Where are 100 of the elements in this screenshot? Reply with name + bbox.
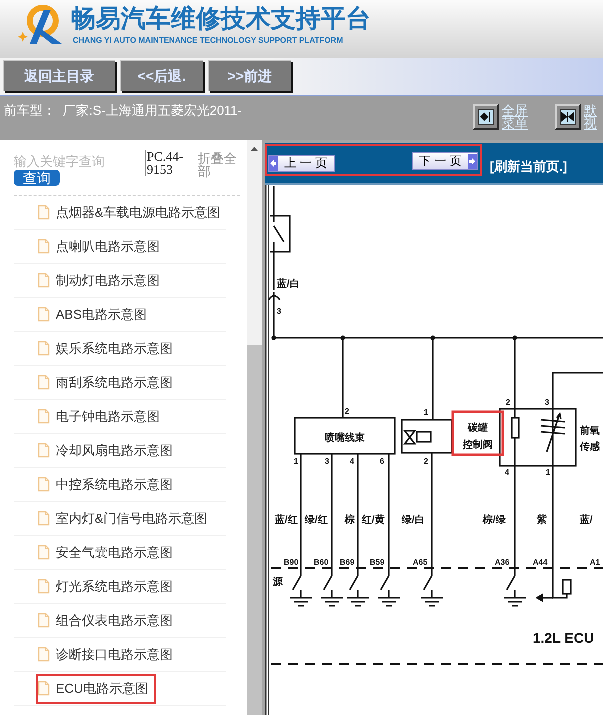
connector-label: A36 xyxy=(495,558,510,567)
document-icon xyxy=(38,205,50,220)
document-icon xyxy=(38,681,50,696)
document-icon xyxy=(38,477,50,492)
refresh-link[interactable]: [刷新当前页.] xyxy=(490,159,568,174)
previous-page-button[interactable]: 上 一 页 xyxy=(268,155,335,172)
connector-label: A65 xyxy=(413,558,428,567)
arrow-right-icon xyxy=(468,154,477,168)
wire-color-label: 棕/绿 xyxy=(483,515,506,526)
tree-item[interactable]: ECU电路示意图 xyxy=(36,674,156,704)
wire-color-label: 蓝/白 xyxy=(277,279,300,290)
pin-number: 4 xyxy=(505,468,510,477)
switch-symbol xyxy=(380,568,390,590)
document-icon xyxy=(38,239,50,254)
component-box xyxy=(401,419,453,454)
site-title: 畅易汽车维修技术支持平台 xyxy=(71,5,371,33)
junction-dot xyxy=(512,336,518,340)
document-icon xyxy=(38,443,50,458)
connector-label: B90 xyxy=(284,558,299,567)
component-label: 碳罐 控制阀 xyxy=(463,423,493,451)
part-code: PC.44-9153 xyxy=(145,150,187,176)
document-icon xyxy=(38,613,50,628)
pin-number: 1 xyxy=(294,457,298,466)
tree-item[interactable]: 诊断接口电路示意图 xyxy=(36,640,181,670)
tree-item[interactable]: 雨刮系统电路示意图 xyxy=(36,368,181,398)
connector-label: B60 xyxy=(314,558,329,567)
switch-symbol xyxy=(349,568,359,590)
fullscreen-button[interactable] xyxy=(473,104,499,130)
tree-item[interactable]: 组合仪表电路示意图 xyxy=(36,606,181,636)
pin-number: 6 xyxy=(380,457,384,466)
ground-symbol xyxy=(320,589,344,607)
junction-dot xyxy=(272,336,276,340)
site-subtitle: CHANG YI AUTO MAINTENANCE TECHNOLOGY SUPPORT PLATFORM xyxy=(73,36,344,46)
pin-number: 4 xyxy=(350,457,354,466)
fuse-symbol xyxy=(562,579,572,595)
tree-item[interactable]: 制动灯电路示意图 xyxy=(36,266,168,296)
double-triangle-icon xyxy=(560,109,576,125)
solenoid-valve-icon xyxy=(403,430,432,445)
tree-item[interactable]: 灯光系统电路示意图 xyxy=(36,572,181,602)
pin-number: 2 xyxy=(424,457,428,466)
pin-number: 1 xyxy=(424,408,428,417)
ground-symbol xyxy=(503,589,527,607)
connector-label: A1 xyxy=(590,558,600,567)
connector-label: B59 xyxy=(370,558,385,567)
document-icon xyxy=(38,375,50,390)
switch-symbol xyxy=(423,568,433,590)
tree-item[interactable]: 点烟器&车载电源电路示意图 xyxy=(36,198,229,228)
connector-label: B69 xyxy=(340,558,355,567)
document-icon xyxy=(38,341,50,356)
arrow-left-icon xyxy=(269,156,278,171)
switch-symbol xyxy=(506,568,516,590)
default-view-button[interactable] xyxy=(555,104,581,130)
variable-resistor-symbol xyxy=(540,412,566,453)
wire-color-label: 绿/白 xyxy=(402,515,425,526)
pin-number: 3 xyxy=(277,307,282,316)
component-label: 喷嘴线束 xyxy=(325,433,365,444)
vehicle-model-text: 前车型： 厂家:S-上海通用五菱宏光2011- xyxy=(3,102,244,119)
junction-dot xyxy=(430,336,436,340)
document-icon xyxy=(38,647,50,662)
tree-item[interactable]: 点喇叭电路示意图 xyxy=(36,232,168,262)
power-label: 源 xyxy=(273,577,283,588)
document-icon xyxy=(38,579,50,594)
fuse-symbol xyxy=(511,417,520,439)
scrollbar-thumb[interactable] xyxy=(247,345,262,715)
connector-label: A44 xyxy=(533,558,548,567)
logo-icon xyxy=(18,4,64,46)
caret-up-icon[interactable] xyxy=(251,147,258,151)
wire-color-label: 紫 xyxy=(537,515,547,526)
tree-item[interactable]: 中控系统电路示意图 xyxy=(36,470,181,500)
search-button[interactable]: 查询 xyxy=(14,170,60,186)
wire-color-label: 蓝/红 xyxy=(275,515,298,526)
pin-number: 3 xyxy=(325,457,330,466)
tree-item[interactable]: 冷却风扇电路示意图 xyxy=(36,436,181,466)
document-icon xyxy=(38,273,50,288)
wire-color-label: 蓝/ xyxy=(580,515,593,526)
document-icon xyxy=(38,545,50,560)
ground-symbol xyxy=(420,589,444,607)
tree-item[interactable]: 电子钟电路示意图 xyxy=(36,402,168,432)
tree-item[interactable]: 安全气囊电路示意图 xyxy=(36,538,181,568)
diamond-bar-icon xyxy=(478,109,494,125)
pin-number: 2 xyxy=(345,407,350,416)
pin-number: 1 xyxy=(546,468,550,477)
ground-symbol xyxy=(377,589,401,607)
wire-color-label: 棕 xyxy=(345,515,355,526)
diagram-title: 1.2L ECU xyxy=(533,630,594,646)
document-icon xyxy=(38,307,50,322)
switch-symbol xyxy=(323,568,333,590)
ground-symbol xyxy=(346,589,370,607)
junction-dot xyxy=(340,336,346,340)
ground-symbol xyxy=(289,589,313,607)
document-icon xyxy=(38,511,50,526)
signal-arrow xyxy=(536,594,553,602)
tree-item[interactable]: 室内灯&门信号电路示意图 xyxy=(36,504,216,534)
tree-item[interactable]: ABS电路示意图 xyxy=(36,300,156,330)
document-icon xyxy=(38,409,50,424)
tree-item[interactable]: 娱乐系统电路示意图 xyxy=(36,334,181,364)
pin-number: 3 xyxy=(545,398,550,407)
component-label: 前氧 传感 xyxy=(580,426,600,453)
next-page-button[interactable]: 下 一 页 xyxy=(412,152,478,170)
wire-color-label: 绿/红 xyxy=(305,515,328,526)
